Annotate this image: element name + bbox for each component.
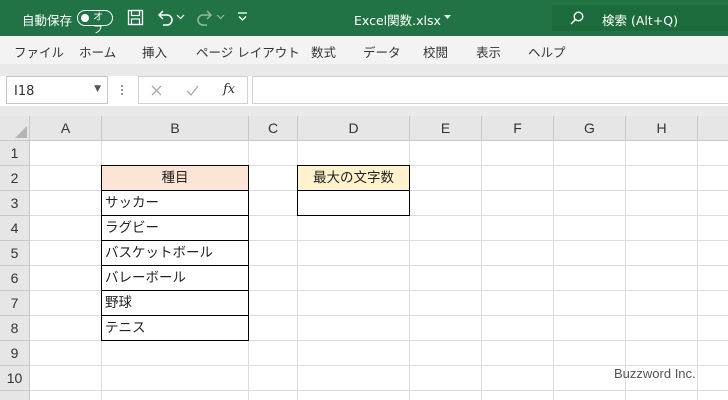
redo-dropdown-icon[interactable]: [216, 14, 225, 20]
undo-icon[interactable]: [156, 9, 174, 26]
row-header-9[interactable]: 9: [0, 341, 30, 366]
watermark: Buzzword Inc.: [614, 366, 696, 381]
formula-buttons: fx: [138, 76, 248, 104]
spreadsheet-grid[interactable]: A B C D E F G H 1 2 3 4 5 6 7 8 9 10 種目 …: [0, 116, 728, 400]
toggle-knob: [81, 14, 89, 22]
customize-toolbar-icon[interactable]: [237, 11, 248, 23]
tab-home[interactable]: ホーム: [79, 42, 116, 61]
gridline: [481, 141, 482, 400]
row-header-5[interactable]: 5: [0, 241, 30, 266]
row-header-10[interactable]: 10: [0, 366, 30, 391]
tab-help[interactable]: ヘルプ: [528, 42, 566, 61]
autosave-label: 自動保存: [22, 13, 73, 28]
gridline: [553, 141, 554, 400]
column-header-g[interactable]: G: [554, 116, 626, 141]
enter-icon[interactable]: [186, 85, 199, 96]
column-header-f[interactable]: F: [482, 116, 554, 141]
search-icon: [570, 11, 584, 25]
ribbon-tabs: ファイル ホーム 挿入 ページ レイアウト 数式 データ 校閲 表示 ヘルプ: [0, 36, 728, 64]
cell-d3[interactable]: [297, 190, 410, 216]
row-header-2[interactable]: 2: [0, 166, 30, 191]
column-header-i[interactable]: [698, 116, 728, 141]
search-box[interactable]: 検索 (Alt+Q): [552, 5, 728, 31]
cell-b3[interactable]: サッカー: [101, 190, 249, 216]
column-header-d[interactable]: D: [298, 116, 410, 141]
column-header-a[interactable]: A: [30, 116, 102, 141]
redo-icon[interactable]: [196, 9, 214, 26]
search-placeholder: 検索 (Alt+Q): [602, 13, 678, 28]
column-header-h[interactable]: H: [626, 116, 698, 141]
gridline: [697, 141, 698, 400]
row-header-7[interactable]: 7: [0, 291, 30, 316]
formula-input[interactable]: [252, 76, 728, 104]
select-all-button[interactable]: [0, 116, 30, 141]
formula-bar-grip-icon[interactable]: [120, 84, 124, 96]
column-header-c[interactable]: C: [249, 116, 298, 141]
gridline: [625, 141, 626, 400]
cell-b5[interactable]: バスケットボール: [101, 240, 249, 266]
column-header-e[interactable]: E: [410, 116, 482, 141]
column-header-b[interactable]: B: [102, 116, 249, 141]
formula-gap: [0, 106, 728, 116]
cell-b4[interactable]: ラグビー: [101, 215, 249, 241]
row-header-3[interactable]: 3: [0, 191, 30, 216]
name-box[interactable]: I18 ▼: [6, 76, 108, 104]
formula-bar: I18 ▼ fx: [0, 76, 728, 106]
row-header-8[interactable]: 8: [0, 316, 30, 341]
filename-dropdown-icon[interactable]: [444, 15, 451, 20]
row-header-11[interactable]: [0, 391, 30, 400]
select-all-triangle-icon: [15, 126, 27, 138]
cell-d2[interactable]: 最大の文字数: [297, 165, 410, 191]
row-header-4[interactable]: 4: [0, 216, 30, 241]
autosave-toggle[interactable]: オフ: [77, 10, 113, 36]
tab-formulas[interactable]: 数式: [311, 42, 336, 61]
title-bar: 自動保存 オフ Excel関数.xlsx 検索 (Alt+Q): [0, 0, 728, 36]
tab-insert[interactable]: 挿入: [142, 42, 167, 61]
name-box-value: I18: [14, 84, 35, 99]
name-box-dropdown-icon[interactable]: ▼: [94, 84, 101, 94]
tab-data[interactable]: データ: [363, 42, 401, 61]
autosave-state: オフ: [93, 12, 103, 36]
row-header-1[interactable]: 1: [0, 141, 30, 166]
tab-file[interactable]: ファイル: [14, 42, 64, 61]
row-header-6[interactable]: 6: [0, 266, 30, 291]
undo-dropdown-icon[interactable]: [176, 14, 185, 20]
save-icon[interactable]: [127, 9, 144, 26]
tab-view[interactable]: 表示: [476, 42, 501, 61]
cell-b6[interactable]: バレーボール: [101, 265, 249, 291]
tab-review[interactable]: 校閲: [423, 42, 448, 61]
insert-function-icon[interactable]: fx: [223, 82, 235, 97]
file-name[interactable]: Excel関数.xlsx: [354, 10, 441, 29]
gridline: [30, 390, 728, 391]
cancel-icon[interactable]: [151, 85, 162, 96]
cell-b8[interactable]: テニス: [101, 315, 249, 341]
ribbon-gap: [0, 64, 728, 76]
tab-page-layout[interactable]: ページ レイアウト: [196, 42, 300, 61]
cell-b7[interactable]: 野球: [101, 290, 249, 316]
cell-b2[interactable]: 種目: [101, 165, 249, 191]
